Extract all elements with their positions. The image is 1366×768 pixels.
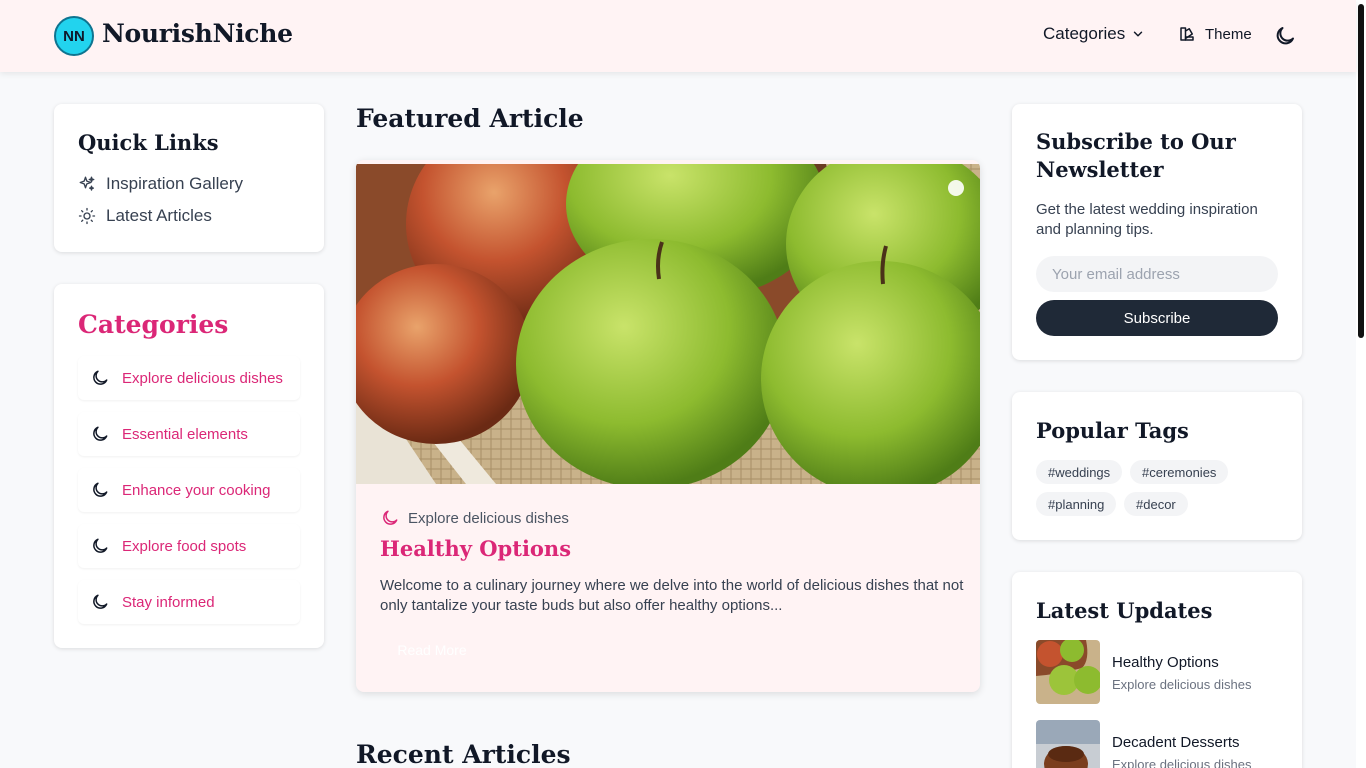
- logo-text[interactable]: NourishNiche: [102, 19, 293, 48]
- dessert-thumbnail-image: [1036, 720, 1100, 768]
- latest-update-category: Explore delicious dishes: [1112, 757, 1252, 768]
- chevron-down-icon: [1133, 31, 1143, 37]
- read-more-button[interactable]: Read More: [380, 636, 484, 664]
- quick-link-inspiration-gallery[interactable]: Inspiration Gallery: [78, 174, 243, 194]
- carousel-dot[interactable]: [948, 180, 964, 196]
- latest-update-thumbnail[interactable]: [1036, 720, 1100, 768]
- popular-tags-title: Popular Tags: [1036, 418, 1189, 443]
- latest-updates-card: Latest Updates Healthy Options Explore d…: [1012, 572, 1302, 768]
- sun-icon: [78, 207, 96, 225]
- moon-icon: [93, 482, 108, 497]
- latest-update-title[interactable]: Decadent Desserts: [1112, 734, 1240, 751]
- moon-icon: [93, 426, 108, 441]
- latest-update-thumbnail[interactable]: [1036, 640, 1100, 704]
- categories-card: Categories Explore delicious dishes Esse…: [54, 284, 324, 648]
- recent-articles-title: Recent Articles: [356, 740, 571, 768]
- subscribe-button[interactable]: Subscribe: [1036, 300, 1278, 336]
- category-item-explore-food-spots[interactable]: Explore food spots: [78, 524, 300, 568]
- moon-icon: [93, 370, 108, 385]
- categories-title: Categories: [78, 310, 229, 339]
- tag-planning[interactable]: #planning: [1036, 492, 1117, 516]
- theme-label: Theme: [1205, 25, 1252, 43]
- scrollbar-thumb[interactable]: [1358, 4, 1364, 338]
- theme-button[interactable]: Theme: [1178, 25, 1252, 43]
- category-label: Explore delicious dishes: [122, 369, 283, 387]
- logo-badge[interactable]: NN: [54, 16, 94, 56]
- site-header: NN NourishNiche Categories Theme: [0, 0, 1356, 72]
- quick-link-label: Inspiration Gallery: [106, 174, 244, 193]
- newsletter-title: Subscribe to Our Newsletter: [1036, 129, 1236, 182]
- tag-weddings[interactable]: #weddings: [1036, 460, 1123, 484]
- category-label: Stay informed: [122, 593, 215, 611]
- latest-update-title[interactable]: Healthy Options: [1112, 654, 1219, 671]
- quick-link-label: Latest Articles: [106, 206, 212, 225]
- featured-category-label: Explore delicious dishes: [408, 509, 569, 527]
- category-item-enhance-your-cooking[interactable]: Enhance your cooking: [78, 468, 300, 512]
- category-label: Essential elements: [122, 425, 248, 443]
- newsletter-description: Get the latest wedding inspiration and p…: [1036, 201, 1258, 238]
- category-item-stay-informed[interactable]: Stay informed: [78, 580, 300, 624]
- newsletter-card: Subscribe to Our Newsletter Get the late…: [1012, 104, 1302, 360]
- quick-links-title: Quick Links: [78, 130, 219, 155]
- quick-links-card: Quick Links Inspiration Gallery Latest A…: [54, 104, 324, 252]
- nav-categories-dropdown[interactable]: Categories: [1043, 24, 1145, 44]
- moon-icon: [93, 594, 108, 609]
- popular-tags-card: Popular Tags #weddings #ceremonies #plan…: [1012, 392, 1302, 540]
- category-item-essential-elements[interactable]: Essential elements: [78, 412, 300, 456]
- featured-article-excerpt: Welcome to a culinary journey where we d…: [380, 577, 964, 614]
- tag-ceremonies[interactable]: #ceremonies: [1130, 460, 1229, 484]
- featured-article-card[interactable]: Explore delicious dishes Healthy Options…: [356, 160, 980, 692]
- featured-category[interactable]: Explore delicious dishes: [380, 508, 569, 528]
- moon-icon: [93, 538, 108, 553]
- sparkles-icon: [79, 176, 95, 191]
- tag-decor[interactable]: #decor: [1124, 492, 1188, 516]
- email-field[interactable]: [1036, 256, 1278, 292]
- category-label: Enhance your cooking: [122, 481, 271, 499]
- category-item-explore-delicious-dishes[interactable]: Explore delicious dishes: [78, 356, 300, 400]
- nav-categories-label: Categories: [1043, 24, 1126, 43]
- featured-section-title: Featured Article: [356, 104, 584, 133]
- moon-icon[interactable]: [1273, 24, 1297, 48]
- featured-article-title[interactable]: Healthy Options: [380, 536, 571, 561]
- latest-updates-title: Latest Updates: [1036, 598, 1213, 623]
- palette-icon: [1180, 27, 1194, 41]
- quick-link-latest-articles[interactable]: Latest Articles: [78, 206, 212, 226]
- latest-update-category: Explore delicious dishes: [1112, 677, 1252, 692]
- apple-thumbnail-image: [1036, 640, 1100, 704]
- featured-article-image[interactable]: [356, 164, 980, 484]
- category-label: Explore food spots: [122, 537, 247, 555]
- moon-icon: [383, 510, 398, 525]
